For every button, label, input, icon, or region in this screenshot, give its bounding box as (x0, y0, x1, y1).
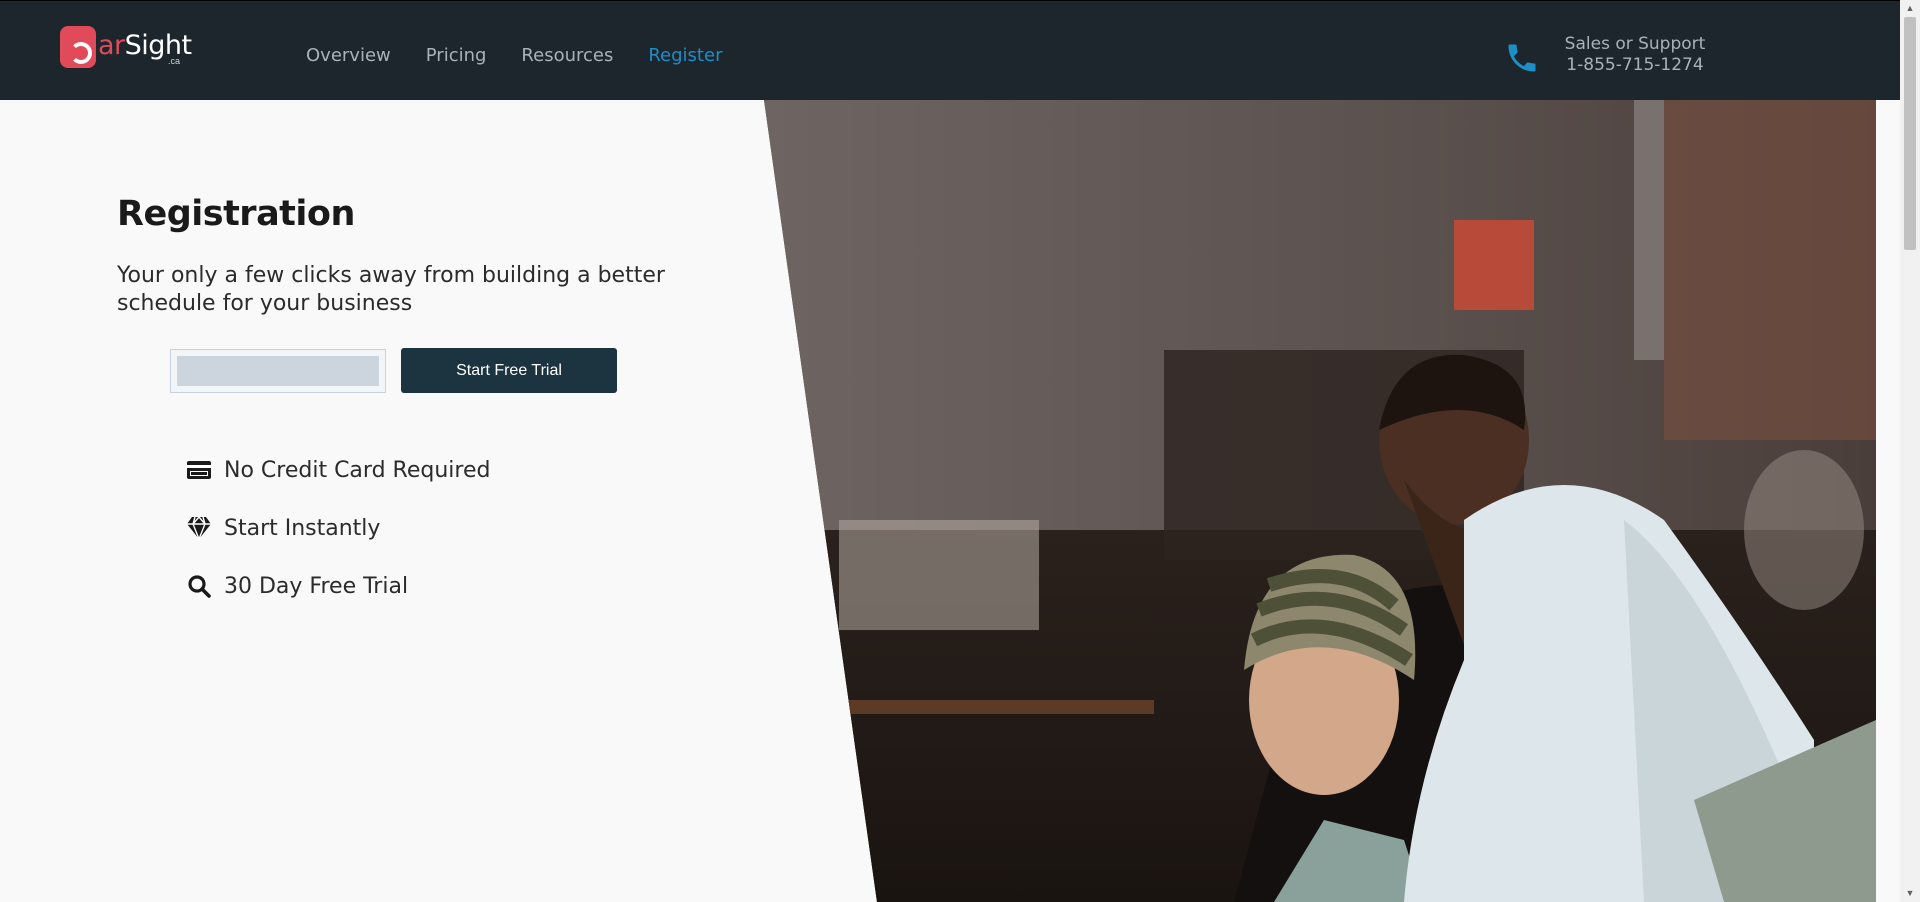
main-nav: Overview Pricing Resources Register (306, 45, 722, 66)
support-contact[interactable]: Sales or Support 1-855-715-1274 (1560, 34, 1710, 76)
barsight-logo[interactable]: arSight .ca (60, 26, 192, 72)
page-title: Registration (117, 194, 355, 234)
feature-item: 30 Day Free Trial (186, 571, 490, 601)
feature-label: 30 Day Free Trial (224, 573, 409, 599)
nav-pricing[interactable]: Pricing (426, 45, 487, 66)
scroll-down-arrow-icon[interactable]: ▼ (1900, 885, 1920, 902)
support-label: Sales or Support (1564, 34, 1706, 54)
search-icon (186, 573, 212, 599)
support-phone[interactable]: 1-855-715-1274 (1560, 55, 1710, 76)
credit-card-icon (186, 457, 212, 483)
nav-register[interactable]: Register (648, 45, 722, 66)
scroll-up-arrow-icon[interactable]: ▲ (1900, 0, 1920, 17)
feature-item: No Credit Card Required (186, 455, 490, 485)
scrollbar-thumb[interactable] (1904, 17, 1916, 250)
logo-mark-icon (60, 26, 96, 68)
email-field[interactable] (177, 356, 379, 386)
email-field-wrapper (170, 349, 386, 393)
feature-list: No Credit Card Required Start Instantly … (186, 455, 490, 629)
phone-icon[interactable] (1504, 38, 1540, 78)
nav-resources[interactable]: Resources (521, 45, 613, 66)
hero-photo (764, 100, 1876, 902)
top-navigation-bar: arSight .ca Overview Pricing Resources R… (0, 0, 1900, 100)
start-free-trial-button[interactable]: Start Free Trial (401, 348, 617, 393)
vertical-scrollbar[interactable]: ▲ ▼ (1900, 0, 1920, 902)
hero-photo-illustration (764, 100, 1876, 902)
feature-item: Start Instantly (186, 513, 490, 543)
feature-label: Start Instantly (224, 515, 381, 541)
registration-panel: Registration Your only a few clicks away… (117, 194, 677, 318)
diamond-icon (186, 515, 212, 541)
nav-overview[interactable]: Overview (306, 45, 391, 66)
logo-tld: .ca (168, 56, 181, 66)
registration-subtitle: Your only a few clicks away from buildin… (117, 263, 665, 316)
feature-label: No Credit Card Required (224, 457, 491, 483)
